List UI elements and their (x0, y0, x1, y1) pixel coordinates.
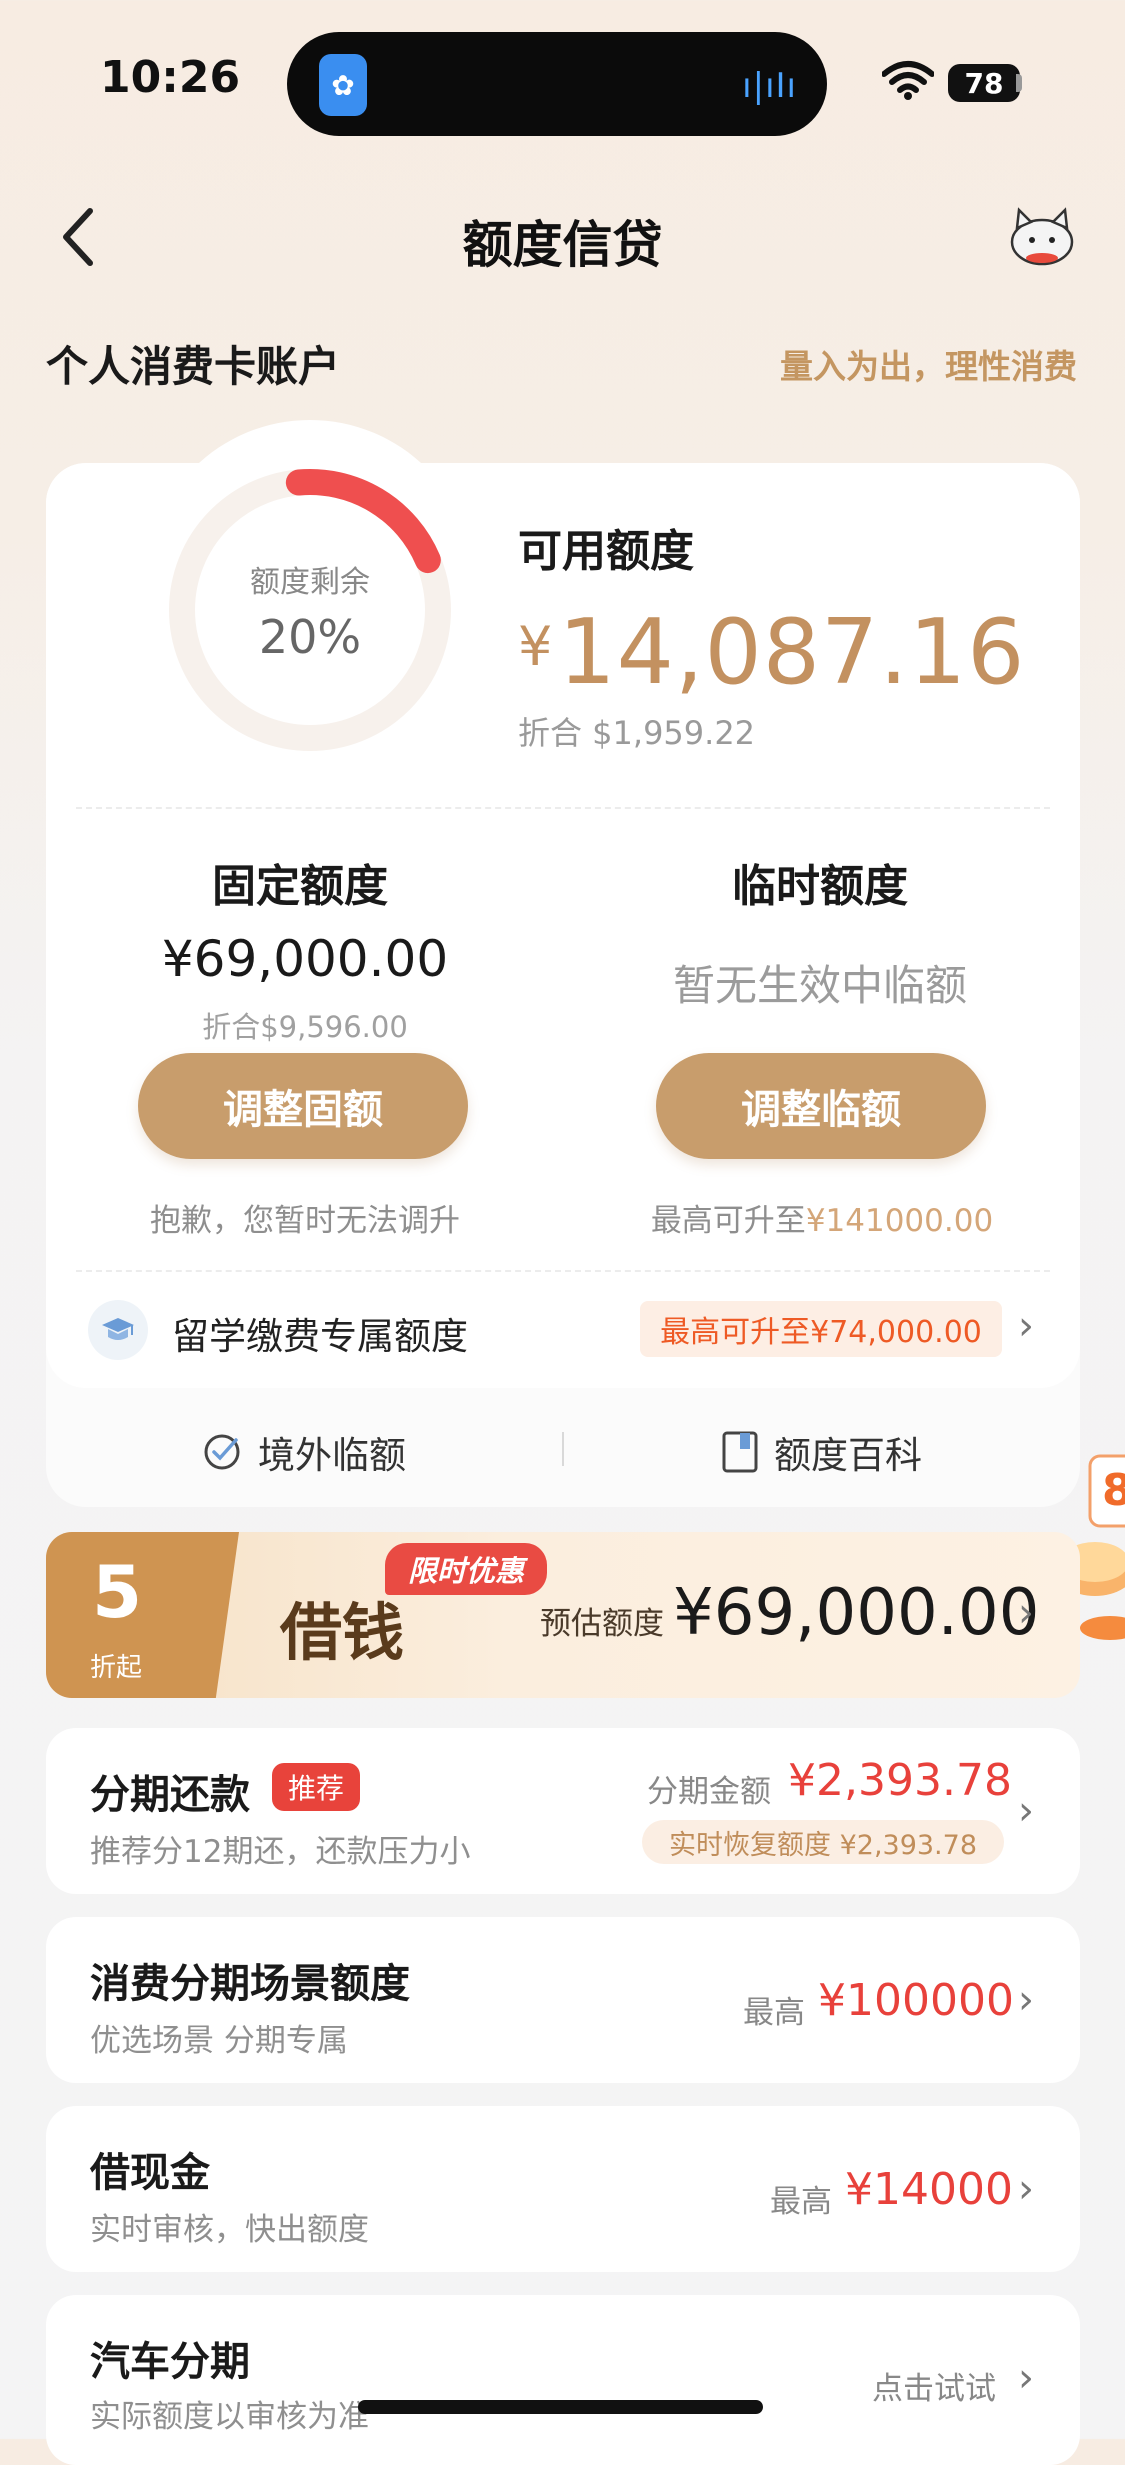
chevron-right-icon[interactable]: › (1018, 1977, 1034, 2023)
promo-est-label: 预估额度 (540, 1606, 664, 1642)
divider (76, 1270, 1050, 1272)
battery-nub (1016, 74, 1022, 92)
chevron-right-icon[interactable]: › (1018, 2166, 1034, 2212)
fixed-title: 固定额度 (212, 861, 388, 912)
temp-status: 暂无生效中临额 (672, 961, 967, 1010)
promo-title: 借钱 (280, 1596, 405, 1669)
overseas-temp-link[interactable]: 境外临额 (200, 1425, 406, 1479)
cash-max-label: 最高 (770, 2184, 832, 2220)
audio-wave-icon: ı|ıIı (742, 66, 797, 106)
temp-note-amount: ¥141000.00 (805, 1203, 994, 1239)
recommend-badge: 推荐 (272, 1763, 360, 1811)
promo-discount-unit: 折起 (90, 1653, 143, 1683)
home-indicator[interactable] (358, 2400, 763, 2414)
cash-max-amount: ¥14000 (845, 2164, 1013, 2215)
restore-quota-badge: 实时恢复额度 ¥2,393.78 (642, 1820, 1004, 1864)
book-icon (722, 1431, 758, 1473)
ring-percent: 20% (258, 610, 362, 664)
car-subtitle: 实际额度以审核为准 (90, 2399, 369, 2435)
slogan: 量入为出，理性消费 (780, 347, 1077, 386)
battery-indicator: 78 (948, 64, 1020, 102)
currency-symbol: ¥ (518, 615, 553, 678)
cash-title: 借现金 (90, 2150, 210, 2196)
consume-max-amount: ¥100000 (818, 1975, 1014, 2026)
consume-max-label: 最高 (743, 1995, 805, 2031)
mascot-cat-icon[interactable] (1005, 202, 1079, 268)
account-title: 个人消费卡账户 (46, 342, 341, 391)
ring-label: 额度剩余 (250, 565, 370, 600)
installment-amount: ¥2,393.78 (788, 1755, 1012, 1806)
available-label: 可用额度 (518, 526, 694, 577)
consume-subtitle: 优选场景 分期专属 (90, 2023, 348, 2059)
temp-note: 最高可升至¥141000.00 (562, 1195, 1082, 1240)
promo-limited-tag: 限时优惠 (385, 1543, 547, 1595)
installment-subtitle: 推荐分12期还，还款压力小 (90, 1834, 471, 1870)
temp-note-prefix: 最高可升至 (650, 1203, 806, 1239)
promo-discount-block (46, 1532, 239, 1698)
credit-wiki-label: 额度百科 (774, 1434, 922, 1477)
divider (76, 807, 1050, 809)
car-action[interactable]: 点击试试 (872, 2363, 996, 2408)
dynamic-island: ✿ ı|ıIı (287, 32, 827, 136)
study-quota-label[interactable]: 留学缴费专属额度 (172, 1306, 468, 1360)
car-title: 汽车分期 (90, 2339, 250, 2385)
adjust-fixed-button[interactable]: 调整固额 (138, 1053, 468, 1159)
globe-check-icon (204, 1434, 240, 1470)
status-time: 10:26 (100, 52, 241, 103)
chevron-right-icon[interactable]: › (1018, 2355, 1034, 2401)
promo-discount: 5 (92, 1550, 143, 1634)
consume-title: 消费分期场景额度 (90, 1961, 410, 2007)
fixed-amount: ¥69,000.00 (161, 930, 449, 988)
chevron-right-icon[interactable]: › (1018, 1788, 1034, 1834)
installment-amount-label: 分期金额 (647, 1774, 771, 1810)
installment-title: 分期还款 (90, 1772, 250, 1818)
study-quota-badge: 最高可升至¥74,000.00 (640, 1301, 1002, 1357)
available-number: 14,087.16 (558, 600, 1026, 705)
cash-subtitle: 实时审核，快出额度 (90, 2212, 369, 2248)
temp-title: 临时额度 (732, 861, 908, 912)
chevron-right-icon[interactable]: › (1018, 1590, 1034, 1636)
fixed-note: 抱歉，您暂时无法调升 (150, 1203, 460, 1239)
promo-est-amount: ¥69,000.00 (673, 1576, 1040, 1650)
overseas-temp-label: 境外临额 (258, 1434, 406, 1477)
credit-wiki-link[interactable]: 额度百科 (720, 1425, 922, 1479)
page-title: 额度信贷 (462, 216, 663, 274)
app-activity-icon: ✿ (319, 54, 367, 116)
wifi-icon (882, 61, 934, 100)
fixed-converted: 折合$9,596.00 (202, 1010, 408, 1044)
link-divider (562, 1432, 564, 1466)
adjust-temp-button[interactable]: 调整临额 (656, 1053, 986, 1159)
promo-side-badge-text: 8 (1102, 1465, 1125, 1516)
graduation-cap-icon (88, 1300, 148, 1360)
chevron-right-icon[interactable]: › (1018, 1303, 1034, 1349)
available-converted: 折合 $1,959.22 (518, 714, 756, 752)
available-amount: ¥14,087.16 (518, 600, 1025, 705)
